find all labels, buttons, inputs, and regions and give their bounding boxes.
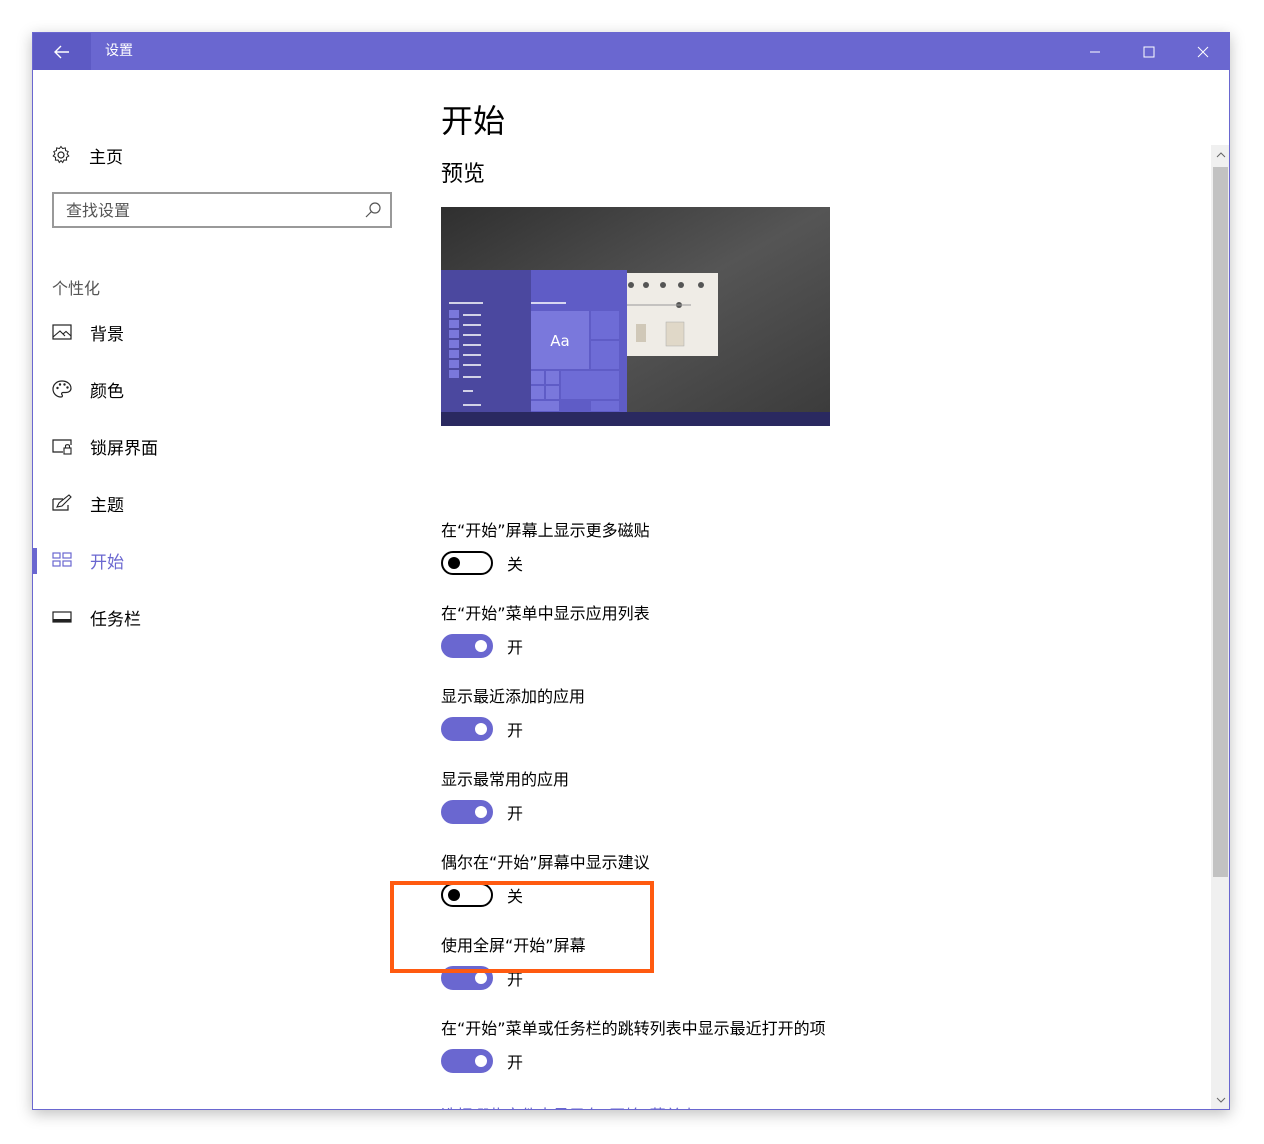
toggle-row-more-tiles: 关 — [441, 550, 523, 576]
gear-icon — [52, 145, 70, 164]
back-button[interactable] — [33, 33, 91, 70]
search-input[interactable] — [54, 194, 366, 226]
toggle-state-label: 开 — [507, 804, 524, 823]
toggle-switch-app-list[interactable] — [441, 634, 493, 658]
toggle-state-label: 关 — [507, 555, 524, 574]
setting-label-jump-lists: 在“开始”菜单或任务栏的跳转列表中显示最近打开的项 — [441, 1019, 826, 1038]
page-title: 开始 — [441, 102, 506, 140]
toggle-row-most-used: 开 — [441, 799, 523, 825]
sidebar-item-background[interactable]: 背景 — [33, 310, 413, 354]
start-tiles-icon — [52, 552, 72, 567]
toggle-switch-jump-lists[interactable] — [441, 1049, 493, 1073]
sidebar-item-label: 开始 — [90, 552, 124, 573]
sidebar-item-label: 主题 — [90, 495, 124, 516]
highlight-box — [390, 881, 654, 973]
picture-icon — [52, 324, 72, 340]
close-button[interactable] — [1176, 33, 1229, 70]
taskbar-icon — [52, 611, 72, 623]
choose-folders-link[interactable]: 选择哪些文件夹显示在“开始”菜单上 — [441, 1102, 698, 1109]
toggle-state-label: 开 — [507, 1053, 524, 1072]
start-preview-graphic: Aa — [441, 207, 830, 426]
search-box[interactable] — [52, 192, 392, 228]
sidebar-item-colors[interactable]: 颜色 — [33, 367, 413, 411]
sidebar-item-label: 锁屏界面 — [90, 438, 158, 459]
setting-label-most-used: 显示最常用的应用 — [441, 770, 570, 789]
sidebar-item-start[interactable]: 开始 — [33, 538, 413, 582]
scroll-thumb[interactable] — [1213, 167, 1228, 877]
sidebar-item-lock-screen[interactable]: 锁屏界面 — [33, 424, 413, 468]
home-label: 主页 — [89, 147, 123, 168]
preview-heading: 预览 — [441, 162, 486, 187]
setting-label-suggestions: 偶尔在“开始”屏幕中显示建议 — [441, 853, 650, 872]
setting-label-recently-added: 显示最近添加的应用 — [441, 687, 586, 706]
sidebar-item-label: 背景 — [90, 324, 124, 345]
preview-tile-text: Aa — [550, 332, 569, 350]
sidebar: 主页 个性化 背景 颜色 — [33, 70, 413, 1109]
sidebar-item-label: 颜色 — [90, 381, 124, 402]
toggle-switch-more-tiles[interactable] — [441, 551, 493, 575]
toggle-switch-recently-added[interactable] — [441, 717, 493, 741]
minimize-icon — [1090, 51, 1100, 52]
vertical-scrollbar[interactable] — [1211, 145, 1229, 1109]
toggle-switch-most-used[interactable] — [441, 800, 493, 824]
maximize-icon — [1143, 46, 1155, 57]
start-preview-image: Aa — [441, 207, 830, 426]
lock-screen-icon — [52, 439, 72, 455]
title-bar: 设置 — [33, 33, 1229, 70]
search-icon — [365, 202, 381, 218]
sidebar-item-label: 任务栏 — [90, 609, 141, 630]
sidebar-item-taskbar[interactable]: 任务栏 — [33, 595, 413, 639]
toggle-knob — [475, 723, 487, 735]
toggle-knob — [475, 1055, 487, 1067]
palette-icon — [52, 380, 72, 398]
setting-label-app-list: 在“开始”菜单中显示应用列表 — [441, 604, 650, 623]
home-nav[interactable]: 主页 — [51, 140, 123, 170]
toggle-row-app-list: 开 — [441, 633, 523, 659]
minimize-button[interactable] — [1068, 33, 1122, 70]
window-title: 设置 — [105, 43, 133, 59]
toggle-knob — [475, 640, 487, 652]
maximize-button[interactable] — [1122, 33, 1176, 70]
close-icon — [1197, 46, 1209, 57]
toggle-knob — [475, 806, 487, 818]
setting-label-more-tiles: 在“开始”屏幕上显示更多磁贴 — [441, 521, 650, 540]
toggle-knob — [448, 557, 460, 569]
sidebar-item-themes[interactable]: 主题 — [33, 481, 413, 525]
toggle-knob — [475, 972, 487, 984]
scroll-down-button[interactable] — [1211, 1090, 1229, 1109]
toggle-row-jump-lists: 开 — [441, 1048, 523, 1074]
toggle-state-label: 开 — [507, 638, 524, 657]
section-title: 个性化 — [52, 279, 101, 298]
theme-icon — [52, 494, 72, 511]
active-indicator — [33, 548, 37, 574]
chevron-down-icon — [1216, 1097, 1225, 1103]
scroll-up-button[interactable] — [1211, 145, 1229, 165]
back-arrow-icon — [54, 45, 69, 58]
settings-window: 设置 主页 个性化 — [32, 32, 1230, 1110]
toggle-row-recently-added: 开 — [441, 716, 523, 742]
toggle-state-label: 开 — [507, 721, 524, 740]
chevron-up-icon — [1216, 152, 1225, 158]
